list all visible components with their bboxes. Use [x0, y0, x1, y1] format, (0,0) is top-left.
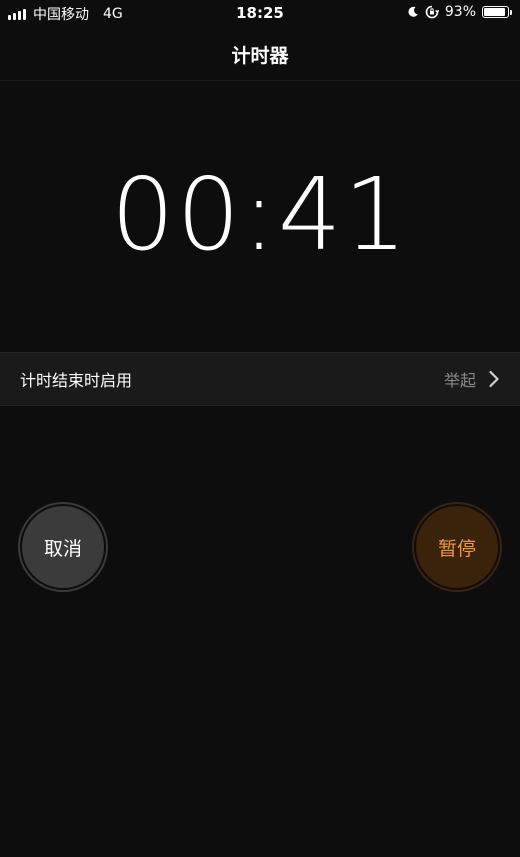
timer-screen: 中国移动 4G 18:25 93% 计时器 00:41 计时结束时启用 举起 取…: [0, 0, 520, 857]
nav-bar: 计时器: [0, 28, 520, 81]
chevron-right-icon: [488, 370, 500, 388]
battery-icon: [482, 6, 512, 18]
status-bar: 中国移动 4G 18:25 93%: [0, 0, 520, 28]
page-title: 计时器: [231, 44, 289, 67]
battery-percent: 93%: [444, 4, 476, 20]
timer-countdown: 00:41: [110, 156, 410, 273]
lock-rotation-icon: [425, 5, 439, 19]
pause-button-label: 暂停: [416, 506, 498, 588]
cancel-button[interactable]: 取消: [18, 502, 108, 592]
pause-button[interactable]: 暂停: [412, 502, 502, 592]
when-timer-ends-value: 举起: [443, 371, 476, 390]
when-timer-ends-label: 计时结束时启用: [20, 371, 133, 390]
cancel-button-label: 取消: [22, 506, 104, 588]
when-timer-ends-row[interactable]: 计时结束时启用 举起: [0, 352, 520, 406]
status-bar-right: 93%: [407, 4, 512, 20]
moon-icon: [407, 6, 419, 18]
